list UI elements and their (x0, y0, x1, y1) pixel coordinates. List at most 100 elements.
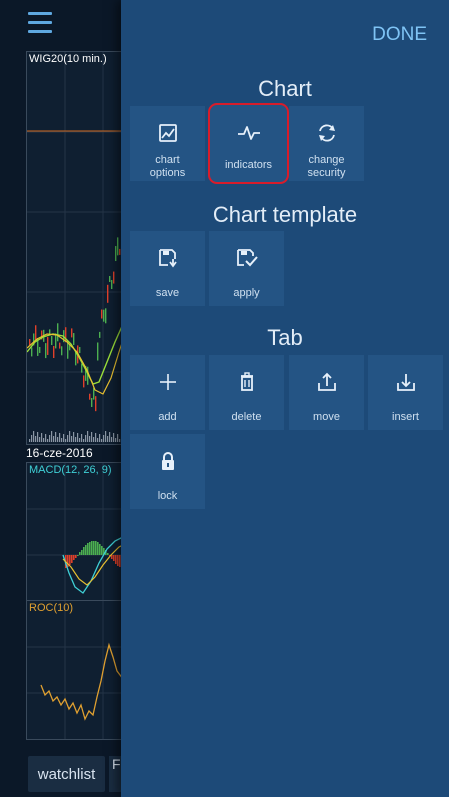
candle (57, 323, 59, 342)
candle (29, 339, 31, 345)
hamburger-menu-icon[interactable] (28, 12, 52, 34)
done-button[interactable]: DONE (372, 24, 427, 46)
apply-icon (209, 247, 284, 271)
volume-bar (73, 432, 75, 442)
macd-pane-label: MACD(12, 26, 9) (29, 464, 112, 476)
change-security-button[interactable]: change security (289, 106, 364, 181)
apply-template-button[interactable]: apply (209, 231, 284, 306)
volume-bar (99, 434, 101, 442)
volume-bar (41, 433, 43, 442)
volume-bar (109, 432, 111, 442)
volume-bar (43, 438, 45, 442)
candle (101, 309, 103, 319)
section-title-chart-template: Chart template (212, 202, 358, 227)
volume-bar (95, 433, 97, 442)
candle (47, 336, 49, 355)
volume-bar (85, 435, 87, 442)
volume-bar (35, 436, 37, 442)
candle (59, 342, 61, 349)
candle (73, 333, 75, 346)
macd-histogram-bar (89, 542, 91, 555)
volume-bar (87, 431, 89, 442)
roc-graphic (27, 601, 123, 739)
volume-bar (77, 433, 79, 442)
volume-bar (97, 438, 99, 442)
candle (99, 331, 101, 338)
macd-histogram-bar (113, 555, 115, 561)
volume-bar (91, 432, 93, 442)
candle (61, 346, 63, 356)
candle (71, 328, 73, 338)
download-icon (368, 371, 443, 395)
candle (103, 309, 105, 322)
volume-bar (29, 439, 31, 442)
volume-bar (117, 434, 119, 442)
macd-histogram-bar (115, 555, 117, 564)
add-tab-button[interactable]: add (130, 355, 205, 430)
macd-pane: MACD(12, 26, 9) (26, 462, 124, 602)
change-security-label-2: security (307, 167, 346, 179)
chart-strip: WIG20(10 min.) 16-cze-2016 MACD(12, 26, … (0, 0, 124, 797)
indicators-button[interactable]: indicators (208, 103, 289, 184)
volume-bar (37, 432, 39, 442)
volume-bar (93, 437, 95, 442)
volume-bar (39, 437, 41, 442)
macd-histogram-bar (77, 555, 79, 556)
chart-options-button[interactable]: chart options (130, 106, 205, 181)
upload-icon (289, 371, 364, 395)
volume-bar (61, 438, 63, 442)
macd-histogram-bar (69, 555, 71, 565)
move-tab-button[interactable]: move (289, 355, 364, 430)
macd-histogram-bar (95, 541, 97, 555)
insert-label: insert (392, 411, 419, 423)
volume-bar (105, 431, 107, 442)
section-title-tab: Tab (267, 325, 303, 350)
price-chart-graphic (27, 52, 123, 444)
macd-histogram-bar (117, 555, 119, 566)
volume-bar (63, 434, 65, 442)
volume-bar (53, 436, 55, 442)
candle (79, 347, 81, 354)
volume-bar (103, 435, 105, 442)
candle (111, 280, 113, 290)
save-label: save (155, 287, 180, 299)
volume-bar (67, 435, 69, 442)
candle (53, 345, 55, 358)
delete-tab-button[interactable]: delete (209, 355, 284, 430)
macd-histogram-bar (71, 555, 73, 563)
lock-icon (130, 450, 205, 474)
candle (107, 284, 109, 303)
candle (97, 342, 99, 361)
plus-icon (130, 371, 205, 395)
candle (45, 343, 47, 359)
volume-bar (111, 437, 113, 442)
candle (35, 325, 37, 341)
watchlist-tab[interactable]: watchlist (28, 756, 105, 792)
volume-bar (69, 431, 71, 442)
candle (51, 336, 53, 346)
pulse-icon (209, 122, 288, 146)
volume-bar (113, 433, 115, 442)
macd-histogram-bar (79, 552, 81, 555)
volume-bar (79, 438, 81, 442)
macd-histogram-bar (83, 547, 85, 555)
macd-histogram-bar (81, 550, 83, 555)
macd-graphic (27, 463, 123, 601)
volume-bar (101, 439, 103, 442)
candle (95, 396, 97, 412)
candle (91, 397, 93, 407)
insert-tab-button[interactable]: insert (368, 355, 443, 430)
macd-histogram-bar (107, 553, 109, 555)
section-title-chart: Chart (258, 76, 312, 101)
candle (31, 347, 33, 357)
lock-tab-button[interactable]: lock (130, 434, 205, 509)
save-template-button[interactable]: save (130, 231, 205, 306)
volume-bar (31, 435, 33, 442)
volume-bar (55, 432, 57, 442)
date-label: 16-cze-2016 (26, 446, 93, 460)
macd-histogram-bar (85, 545, 87, 555)
macd-histogram-bar (97, 542, 99, 555)
candle (113, 271, 115, 284)
candle (105, 308, 107, 324)
volume-bar (75, 437, 77, 442)
